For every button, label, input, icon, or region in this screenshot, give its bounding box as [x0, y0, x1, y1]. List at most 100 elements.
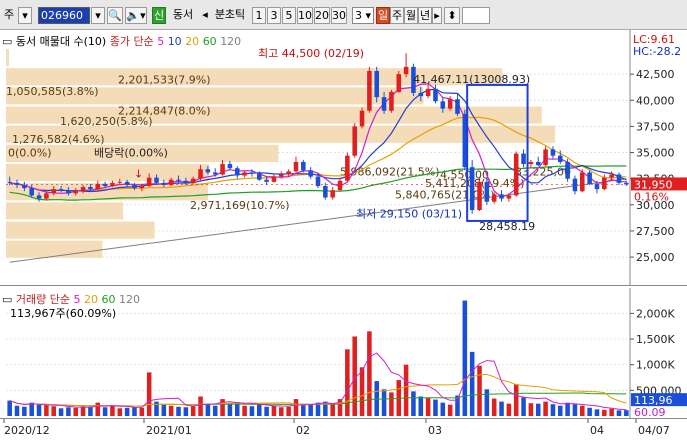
panel-menu-icon[interactable]: ▭ — [2, 35, 12, 48]
candle-body — [44, 193, 49, 199]
candle-body — [367, 71, 372, 111]
next-arrow-icon[interactable]: ▸ — [432, 7, 442, 24]
volume-bar — [36, 404, 42, 416]
volume-bar — [88, 406, 93, 416]
period-button-5[interactable]: 5 — [282, 7, 296, 24]
value-input[interactable] — [462, 7, 490, 24]
volume-bar — [609, 408, 614, 416]
price-tick-label: 42,500 — [636, 68, 675, 81]
volume-bar — [22, 406, 27, 416]
candle-body — [352, 126, 357, 156]
period-button-30[interactable]: 30 — [331, 7, 347, 24]
candle-body — [22, 184, 27, 189]
volume-profile-bar — [6, 202, 124, 220]
volume-bar — [205, 403, 211, 416]
volume-tick-label: 2,000K — [636, 307, 675, 320]
volume-bar — [345, 349, 350, 416]
candle-body — [36, 195, 42, 199]
volume-bar — [124, 407, 130, 416]
volume-bar — [212, 405, 218, 416]
candle-body — [425, 88, 431, 97]
volume-bar — [7, 400, 12, 416]
stock-code-input[interactable]: 026960 — [38, 7, 90, 24]
volume-bar — [51, 406, 56, 416]
candle-body — [609, 174, 614, 178]
market-select[interactable]: 주 — [2, 7, 16, 24]
candle-body — [139, 186, 145, 189]
measure-low-label: 28,458.19 — [479, 220, 535, 233]
market-dropdown-icon[interactable]: ▾ — [18, 7, 32, 24]
speaker-icon[interactable]: 🔈▾ — [125, 7, 147, 24]
candle-body — [242, 172, 247, 176]
volume-value-label: 113,967주(60.09%) — [10, 307, 117, 320]
candle-body — [234, 168, 240, 176]
year-button[interactable]: 년 — [418, 7, 432, 24]
search-icon[interactable]: 🔍 — [107, 7, 123, 24]
code-dropdown-icon[interactable]: ▾ — [91, 7, 105, 24]
candle-body — [616, 174, 622, 183]
volume-profile-label: 1,050,585(3.8%) — [6, 85, 99, 98]
volume-bar — [220, 399, 225, 416]
volume-bar — [440, 402, 446, 416]
candle-body — [418, 92, 424, 97]
volume-bar — [58, 408, 64, 416]
candle-body — [279, 174, 284, 177]
ma60-label: 60 — [202, 35, 217, 48]
candle-body — [58, 189, 64, 191]
new-listing-badge: 신 — [152, 7, 166, 24]
count-value: 3 — [354, 9, 362, 22]
candle-body — [227, 164, 233, 169]
candle-body — [374, 71, 380, 98]
candle-body — [323, 186, 328, 198]
volume-bar — [242, 405, 247, 416]
candle-body — [293, 161, 299, 172]
candle-body — [565, 161, 570, 179]
candle-body — [477, 181, 482, 211]
week-button[interactable]: 주 — [390, 7, 404, 24]
volume-bar — [513, 384, 519, 416]
tick-interval-label[interactable]: 분초틱 — [210, 7, 250, 24]
volume-bar — [602, 409, 607, 416]
candle-body — [433, 88, 438, 102]
candle-body — [271, 176, 277, 182]
candle-body — [447, 99, 453, 109]
count-select[interactable]: 3 ▾ — [352, 7, 374, 24]
updown-arrow-icon[interactable]: ⬍ — [444, 7, 460, 24]
month-button[interactable]: 월 — [404, 7, 418, 24]
volume-bar — [359, 367, 365, 416]
volume-bar — [301, 405, 306, 416]
period-button-20[interactable]: 20 — [314, 7, 330, 24]
volume-bar — [616, 410, 622, 416]
volume-bar — [557, 405, 563, 416]
measure-high-label: 41,467.11(13008.93) — [413, 73, 530, 86]
period-button-10[interactable]: 10 — [297, 7, 313, 24]
candle-body — [286, 171, 291, 175]
volume-bar — [95, 402, 101, 416]
period-button-3[interactable]: 3 — [267, 7, 281, 24]
dividend-arrow-icon: ↓ — [134, 167, 143, 180]
volume-bar — [477, 365, 482, 416]
candle-body — [29, 188, 34, 196]
volume-bar — [117, 408, 123, 416]
volume-bar — [110, 405, 115, 416]
candle-body — [345, 155, 350, 181]
volume-bar — [249, 406, 255, 416]
toolbar: 주 ▾ 026960 ▾ 🔍 🔈▾ 신 동서 ◂ 분초틱 1 3 5 10 20… — [0, 0, 687, 30]
candle-body — [535, 161, 541, 166]
volume-bar — [587, 407, 592, 416]
volume-bar — [161, 404, 167, 416]
volume-bar — [411, 391, 416, 416]
price-tick-label: 35,000 — [636, 147, 675, 160]
volume-bar — [543, 401, 548, 416]
ma5-label: 5 — [157, 35, 165, 48]
prev-arrow-icon[interactable]: ◂ — [200, 7, 210, 24]
volume-bar — [66, 407, 71, 416]
day-button[interactable]: 일 — [376, 7, 390, 24]
stock-name-label: 동서 — [172, 8, 194, 21]
candle-body — [183, 180, 189, 183]
volume-bar — [535, 403, 541, 416]
volume-bar — [484, 389, 490, 416]
volume-bar — [462, 300, 468, 416]
period-button-1[interactable]: 1 — [252, 7, 266, 24]
vma120-label: 120 — [119, 293, 141, 306]
